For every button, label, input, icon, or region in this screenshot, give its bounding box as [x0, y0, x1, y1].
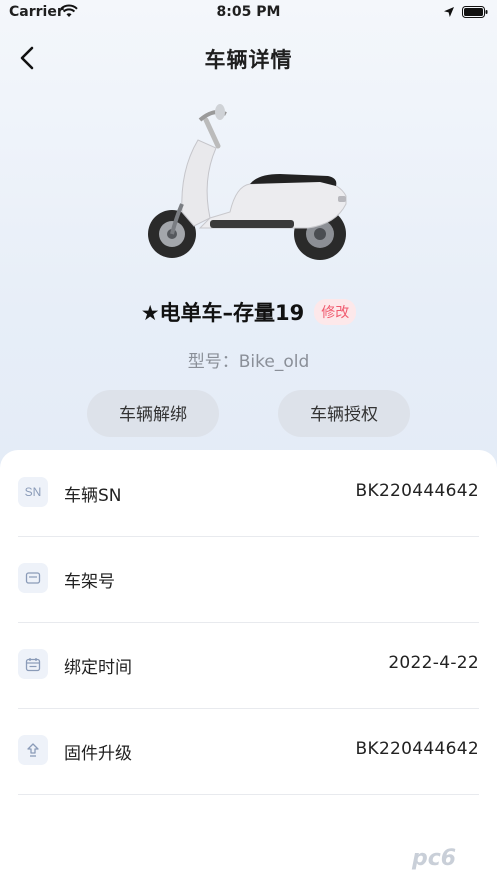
- watermark-logo: pc6: [412, 846, 457, 871]
- unbind-vehicle-button[interactable]: 车辆解绑: [87, 390, 219, 437]
- scooter-image: [148, 104, 347, 260]
- upgrade-icon: [18, 735, 48, 765]
- vehicle-name-row: ★电单车–存量19 修改: [0, 296, 497, 328]
- vehicle-name: ★电单车–存量19: [140, 301, 305, 325]
- info-row-frame[interactable]: 车架号: [18, 536, 479, 623]
- page-title: 车辆详情: [204, 48, 293, 72]
- location-arrow-icon: [444, 7, 454, 17]
- frame-icon: [18, 563, 48, 593]
- calendar-icon: [18, 649, 48, 679]
- sn-label: 车辆SN: [64, 486, 122, 506]
- status-time: 8:05 PM: [216, 4, 281, 20]
- info-row-sn: SN 车辆SN BK220444642: [18, 450, 479, 537]
- info-row-bind-time: 绑定时间 2022-4-22: [18, 622, 479, 709]
- authorize-vehicle-button[interactable]: 车辆授权: [278, 390, 410, 437]
- info-row-firmware[interactable]: 固件升级 BK220444642: [18, 708, 479, 795]
- firmware-upgrade-value: BK220444642: [355, 739, 479, 759]
- sn-icon-text: SN: [24, 485, 42, 499]
- vehicle-model: 型号：Bike_old: [187, 352, 310, 372]
- sn-icon: SN: [18, 477, 48, 507]
- frame-number-label: 车架号: [64, 572, 115, 592]
- edit-name-button[interactable]: 修改: [314, 299, 357, 325]
- status-bar: Carrier 8:05 PM: [0, 0, 497, 26]
- sn-value: BK220444642: [355, 481, 479, 501]
- firmware-upgrade-label: 固件升级: [64, 744, 132, 764]
- bind-time-label: 绑定时间: [64, 658, 132, 678]
- vehicle-info-card: SN 车辆SN BK220444642 车架号 绑定时间 2022-4-22 固…: [0, 450, 497, 883]
- bind-time-value: 2022-4-22: [388, 653, 479, 673]
- battery-icon: [462, 6, 488, 18]
